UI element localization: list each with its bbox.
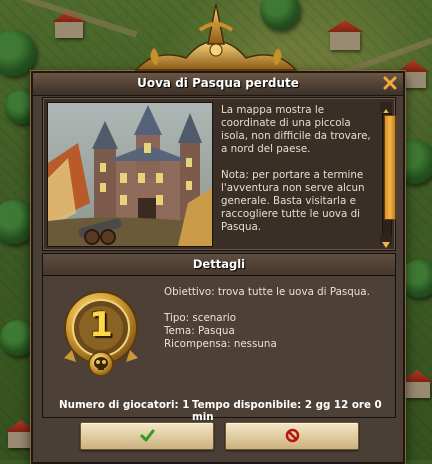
details-title: Dettagli [192,257,246,271]
details-header: Dettagli [42,253,396,276]
cancel-button[interactable] [225,422,359,450]
description-paragraph: La mappa mostra le coordinate di una pic… [221,104,371,155]
house [55,20,83,38]
dialog-title: Uova di Pasqua perdute [137,76,299,90]
arrow-down-icon [382,242,390,248]
description-panel: La mappa mostra le coordinate di una pic… [42,97,396,251]
description-text: La mappa mostra le coordinate di una pic… [221,104,371,247]
scroll-track[interactable] [382,113,396,236]
available-time: Tempo disponibile: 2 gg 12 ore 0 min [192,399,382,423]
house [404,380,430,398]
description-scrollbar[interactable] [380,102,396,248]
description-paragraph: Nota: per portare a termine l'avventura … [221,169,365,233]
prohibited-icon [285,428,300,443]
type-text: Tipo: scenario [164,312,237,324]
confirm-button[interactable] [80,422,214,450]
difficulty-number: 1 [89,305,113,345]
house [330,30,360,50]
castle-illustration [47,102,213,247]
objective-text: Obiettivo: trova tutte le uova di Pasqua… [164,286,370,298]
close-button[interactable] [383,76,397,90]
scroll-thumb[interactable] [384,115,396,221]
reward-text: Ricompensa: nessuna [164,338,277,350]
theme-text: Tema: Pasqua [164,325,235,337]
dialog-crest-ornament [134,3,298,71]
scroll-up-arrow[interactable] [380,102,392,115]
close-icon [383,76,397,90]
tree [0,30,36,76]
details-panel: 1 Obiettivo: trova tutte le uova di Pasq… [42,275,396,423]
scroll-down-arrow[interactable] [380,235,392,248]
castle-picture [48,103,212,246]
dialog-titlebar[interactable]: Uova di Pasqua perdute [33,73,403,96]
checkmark-icon [140,429,155,442]
difficulty-medal: 1 [62,288,140,380]
adventure-dialog: Uova di Pasqua perdute La mappa mostra l… [31,71,405,464]
players-count: Numero di giocatori: 1 [59,399,190,411]
